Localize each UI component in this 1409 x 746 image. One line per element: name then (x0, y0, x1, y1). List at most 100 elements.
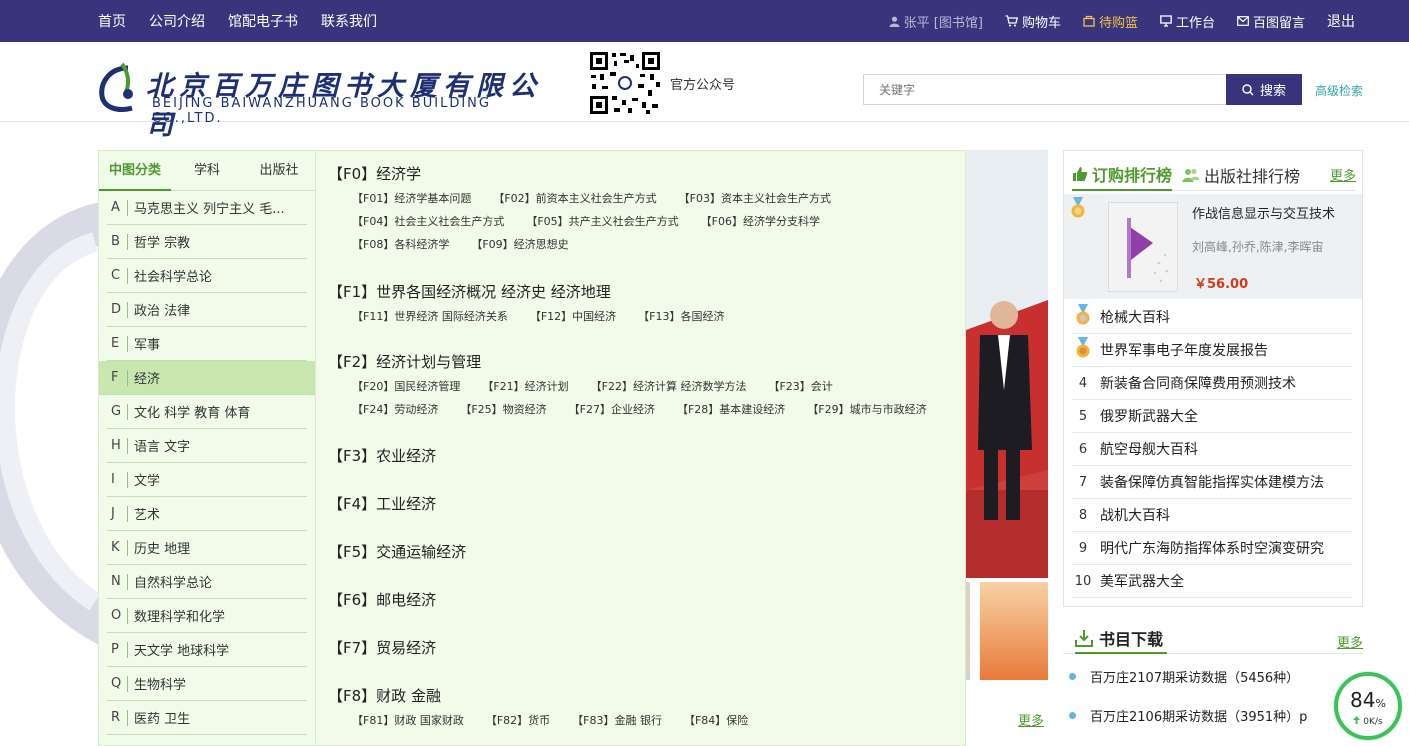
basket-link[interactable]: 待购篮 (1083, 12, 1138, 31)
logout-link[interactable]: 退出 (1327, 11, 1355, 31)
site-logo[interactable]: 北京百万庄图书大厦有限公司 BEIJING BAIWANZHUANG BOOK … (98, 60, 548, 141)
category-label: 文学 (134, 474, 161, 489)
user-menu[interactable]: 张平 [图书馆] (889, 12, 983, 31)
download-header: 书目下载 更多 (1063, 624, 1363, 654)
category-item[interactable]: F 经济 (99, 361, 315, 395)
subcategory-link[interactable]: 【F22】经济计算 经济数学方法 (591, 378, 747, 396)
banner-thumbnail[interactable] (966, 582, 970, 680)
ranking-row[interactable]: 4 新装备合同商保障费用预测技术 (1072, 367, 1352, 400)
subcategory-link[interactable]: 【F06】经济学分支科学 (701, 213, 820, 231)
news-more-link[interactable]: 更多 (1018, 710, 1044, 729)
category-item[interactable]: R 医药 卫生 (107, 701, 307, 735)
subcategory-link[interactable]: 【F12】中国经济 (530, 308, 616, 326)
category-item[interactable]: C 社会科学总论 (107, 259, 307, 293)
subcategory-link[interactable]: 【F21】经济计划 (482, 378, 568, 396)
subcategory-link[interactable]: 【F25】物资经济 (460, 401, 546, 419)
category-item[interactable]: A 马克思主义 列宁主义 毛... (107, 191, 307, 225)
subcategory-link[interactable]: 【F05】共产主义社会生产方式 (526, 213, 678, 231)
subcategory-heading[interactable]: 【F4】工业经济 (328, 493, 436, 514)
download-item[interactable]: 百万庄2106期采访数据（3951种）p (1063, 697, 1363, 733)
banner-image[interactable] (966, 150, 1048, 578)
category-item[interactable]: O 数理科学和化学 (107, 599, 307, 633)
category-item[interactable]: E 军事 (107, 327, 307, 361)
ranking-title: 航空母舰大百科 (1100, 442, 1198, 458)
subcategory-heading[interactable]: 【F6】邮电经济 (328, 589, 436, 610)
ranking-number: 8 (1078, 507, 1088, 523)
tab-order-ranking[interactable]: 订购排行榜 (1072, 159, 1173, 191)
workbench-link[interactable]: 工作台 (1160, 12, 1215, 31)
top-nav-user-area: 张平 [图书馆] 购物车 待购篮 工作台 百图留言 退出 (889, 0, 1355, 42)
ranking-row[interactable]: 枪械大百科 (1072, 301, 1352, 334)
network-speed-widget[interactable]: 84% 0K/s (1334, 672, 1402, 740)
subcategory-link[interactable]: 【F28】基本建设经济 (677, 401, 785, 419)
category-item[interactable]: N 自然科学总论 (107, 565, 307, 599)
tab-clc[interactable]: 中图分类 (99, 151, 171, 191)
subcategory-link[interactable]: 【F11】世界经济 国际经济关系 (352, 308, 508, 326)
search-input[interactable] (863, 74, 1226, 105)
subcategory-link[interactable]: 【F81】财政 国家财政 (352, 712, 464, 730)
ranking-row[interactable]: 世界军事电子年度发展报告 (1072, 334, 1352, 367)
category-item[interactable]: B 哲学 宗教 (107, 225, 307, 259)
category-divider (127, 199, 128, 216)
subcategory-link[interactable]: 【F24】劳动经济 (352, 401, 438, 419)
tab-publisher-ranking[interactable]: 出版社排行榜 (1182, 159, 1300, 191)
tab-publisher[interactable]: 出版社 (243, 151, 315, 191)
subcategory-heading[interactable]: 【F1】世界各国经济概况 经济史 经济地理 (328, 281, 938, 302)
subcategory-heading[interactable]: 【F8】财政 金融 (328, 685, 938, 706)
download-item[interactable]: 百万庄2107期采访数据（5456种） (1063, 658, 1363, 694)
subcategory-link[interactable]: 【F83】金融 银行 (572, 712, 662, 730)
ranking-row[interactable]: 10 美军武器大全 (1072, 565, 1352, 598)
advanced-search-link[interactable]: 高级检索 (1315, 82, 1363, 99)
book-cover-image[interactable] (1108, 202, 1178, 292)
nav-company-link[interactable]: 公司介绍 (149, 11, 205, 31)
subcategory-heading[interactable]: 【F5】交通运输经济 (328, 541, 466, 562)
ranking-row[interactable]: 6 航空母舰大百科 (1072, 433, 1352, 466)
subcategory-link[interactable]: 【F23】会计 (768, 378, 832, 396)
ranking-row[interactable]: 9 明代广东海防指挥体系时空演变研究 (1072, 532, 1352, 565)
top-book-title[interactable]: 作战信息显示与交互技术 (1192, 203, 1335, 222)
subcategory-heading[interactable]: 【F7】贸易经济 (328, 637, 436, 658)
category-item[interactable]: Q 生物科学 (107, 667, 307, 701)
qr-code-image (588, 50, 662, 116)
category-item[interactable]: G 文化 科学 教育 体育 (107, 395, 307, 429)
ranking-row[interactable]: 8 战机大百科 (1072, 499, 1352, 532)
category-item[interactable]: J 艺术 (107, 497, 307, 531)
search-button[interactable]: 搜索 (1226, 74, 1302, 105)
subcategory-link[interactable]: 【F13】各国经济 (638, 308, 724, 326)
subcategory-link[interactable]: 【F09】经济思想史 (471, 236, 568, 254)
ranking-top-book[interactable]: 作战信息显示与交互技术 刘高峰,孙乔,陈津,李晖宙 ￥56.00 (1064, 194, 1362, 299)
banner-thumbnail[interactable] (980, 582, 1048, 680)
category-item[interactable]: I 文学 (107, 463, 307, 497)
subcategory-heading[interactable]: 【F2】经济计划与管理 (328, 351, 938, 372)
subcategory-link[interactable]: 【F84】保险 (684, 712, 748, 730)
subcategory-link[interactable]: 【F08】各科经济学 (352, 236, 449, 254)
nav-contact-link[interactable]: 联系我们 (321, 11, 377, 31)
cart-link[interactable]: 购物车 (1005, 12, 1061, 31)
subcategory-link[interactable]: 【F29】城市与市政经济 (807, 401, 926, 419)
nav-home-link[interactable]: 首页 (98, 11, 126, 31)
subcategory-link[interactable]: 【F02】前资本主义社会生产方式 (493, 190, 656, 208)
ranking-row[interactable]: 7 装备保障仿真智能指挥实体建模方法 (1072, 466, 1352, 499)
tab-subject[interactable]: 学科 (171, 151, 243, 191)
subcategory-items: 【F01】经济学基本问题 【F02】前资本主义社会生产方式 【F03】资本主义社会生… (328, 190, 938, 254)
subcategory-link[interactable]: 【F27】企业经济 (569, 401, 655, 419)
subcategory-link[interactable]: 【F20】国民经济管理 (352, 378, 460, 396)
subcategory-heading[interactable]: 【F0】经济学 (328, 163, 938, 184)
subcategory-heading[interactable]: 【F3】农业经济 (328, 445, 436, 466)
subcategory-link[interactable]: 【F01】经济学基本问题 (352, 190, 471, 208)
category-item[interactable]: H 语言 文字 (107, 429, 307, 463)
nav-ebook-link[interactable]: 馆配电子书 (228, 11, 298, 31)
category-item[interactable]: D 政治 法律 (107, 293, 307, 327)
subcategory-link[interactable]: 【F82】货币 (486, 712, 550, 730)
category-item[interactable]: K 历史 地理 (107, 531, 307, 565)
download-more-link[interactable]: 更多 (1337, 632, 1363, 651)
subcategory-link[interactable]: 【F04】社会主义社会生产方式 (352, 213, 504, 231)
category-label: 语言 文字 (134, 440, 191, 455)
subcategory-link[interactable]: 【F03】资本主义社会生产方式 (679, 190, 831, 208)
category-code: E (111, 336, 120, 351)
category-item[interactable]: P 天文学 地球科学 (107, 633, 307, 667)
download-item-label: 百万庄2107期采访数据（5456种） (1090, 670, 1300, 686)
ranking-row[interactable]: 5 俄罗斯武器大全 (1072, 400, 1352, 433)
message-link[interactable]: 百图留言 (1237, 12, 1305, 31)
ranking-more-link[interactable]: 更多 (1330, 165, 1356, 184)
